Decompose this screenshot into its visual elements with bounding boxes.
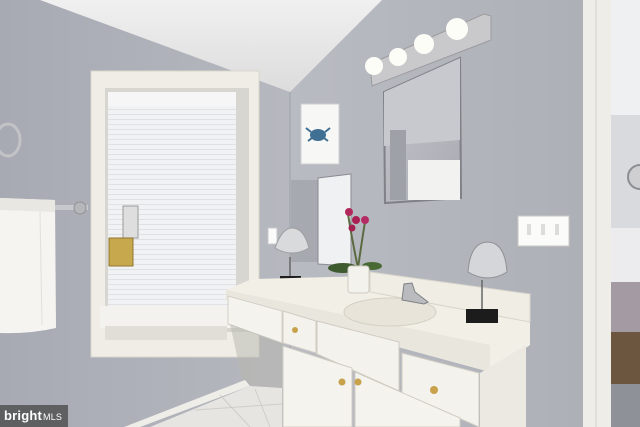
- light-bulb-1: [365, 57, 383, 75]
- bathroom-scene: [0, 0, 640, 427]
- watermark-logo: brightMLS: [0, 405, 68, 427]
- orchid-pot: [347, 265, 370, 294]
- towel: [0, 198, 56, 334]
- wall-sconce: [122, 205, 139, 239]
- drawer-knob: [354, 378, 362, 386]
- side-mirror: [317, 173, 352, 267]
- light-bulb-4: [446, 18, 468, 40]
- watermark-suffix: MLS: [43, 412, 63, 422]
- watermark-text: bright: [4, 408, 43, 423]
- drawer-knob: [292, 327, 298, 333]
- bed: [611, 228, 640, 288]
- door-frame: [583, 0, 611, 427]
- drawer-knob: [338, 378, 346, 386]
- drawer-knob: [430, 386, 438, 394]
- window-sill: [100, 306, 238, 328]
- light-bulb-3: [414, 34, 434, 54]
- light-bulb-2: [389, 48, 407, 66]
- bathroom-photo: brightMLS: [0, 0, 640, 427]
